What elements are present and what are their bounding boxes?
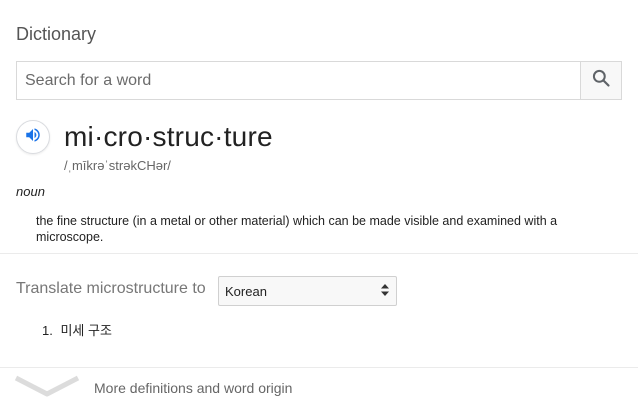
- chevron-down-icon: [14, 374, 80, 403]
- speaker-icon: [24, 126, 42, 149]
- updown-arrows-icon: [380, 283, 390, 300]
- dictionary-title: Dictionary: [16, 24, 97, 44]
- search-icon: [591, 68, 611, 93]
- part-of-speech: noun: [16, 184, 45, 199]
- selected-language: Korean: [225, 283, 267, 299]
- definition-text: the fine structure (in a metal or other …: [36, 214, 558, 244]
- more-definitions-label: More definitions and word origin: [94, 380, 293, 396]
- search-box: [16, 61, 622, 100]
- translate-label: Translate microstructure to: [16, 280, 206, 297]
- search-button[interactable]: [580, 62, 621, 99]
- language-select[interactable]: Korean: [218, 276, 397, 306]
- search-input[interactable]: [17, 62, 580, 99]
- translation-text: 미세 구조: [60, 323, 112, 338]
- headword: mi·cro·struc·ture: [64, 121, 273, 152]
- translation-number: 1.: [42, 323, 53, 338]
- pronunciation-button[interactable]: [16, 120, 50, 154]
- translation-item: 1. 미세 구조: [42, 320, 112, 339]
- section-divider: [0, 253, 638, 254]
- translation-list: 1. 미세 구조: [42, 320, 112, 339]
- more-definitions-button[interactable]: More definitions and word origin: [0, 368, 638, 408]
- phonetic-spelling: /ˌmīkrəˈstrəkCHər/: [64, 158, 171, 173]
- dictionary-card: Dictionary mi·cro·struc·ture /ˌmīkrəˈstr…: [0, 0, 638, 408]
